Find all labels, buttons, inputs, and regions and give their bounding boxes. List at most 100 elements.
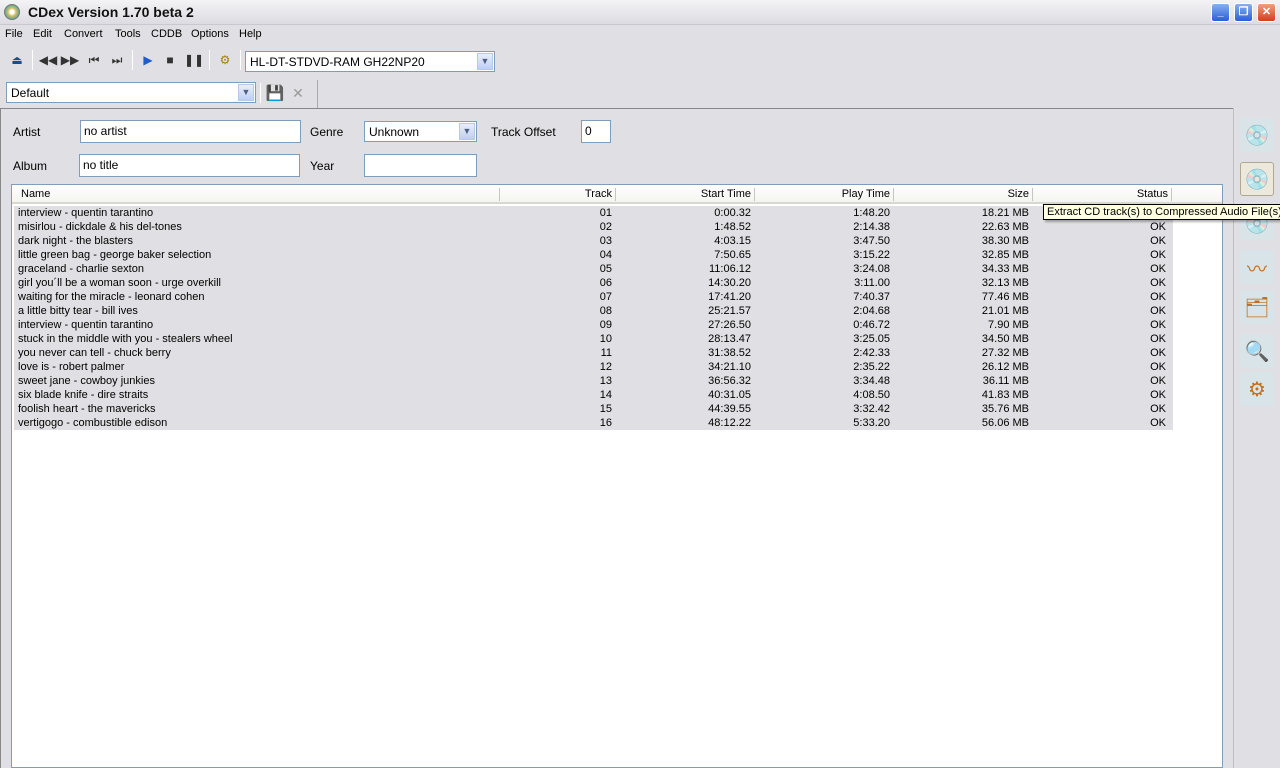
cell-status: OK <box>1150 249 1166 261</box>
year-input[interactable] <box>364 154 477 177</box>
eject-icon[interactable]: ⏏ <box>7 50 27 70</box>
artist-input[interactable]: no artist <box>80 120 301 143</box>
player-toolbar: ⏏ ◀◀ ▶▶ ⏮ ⏭ ▶ ■ ❚❚ ⚙ HL-DT-STDVD-RAM GH2… <box>0 50 502 78</box>
table-row[interactable]: interview - quentin tarantino 09 27:26.50 0… <box>14 318 1173 332</box>
table-row[interactable]: graceland - charlie sexton 05 11:06.12 3:24… <box>14 262 1173 276</box>
cell-status: OK <box>1150 305 1166 317</box>
rewind-icon[interactable]: ◀◀ <box>38 50 58 70</box>
cell-track: 10 <box>599 333 612 345</box>
table-row[interactable]: six blade knife - dire straits 14 40:31.05… <box>14 388 1173 402</box>
table-row[interactable]: vertigogo - combustible edison 16 48:12.22… <box>14 416 1173 430</box>
cell-status: OK <box>1150 277 1166 289</box>
cell-start-time: 7:50.65 <box>714 249 751 261</box>
cell-play-time: 3:24.08 <box>853 263 890 275</box>
minimize-button[interactable]: _ <box>1211 3 1230 22</box>
cell-play-time: 1:48.20 <box>853 207 890 219</box>
album-input[interactable]: no title <box>79 154 300 177</box>
menu-cddb[interactable]: CDDB <box>151 28 182 40</box>
table-row[interactable]: foolish heart - the mavericks 15 44:39.55 3… <box>14 402 1173 416</box>
cell-size: 41.83 MB <box>981 389 1029 401</box>
cell-status: OK <box>1150 333 1166 345</box>
menu-tools[interactable]: Tools <box>115 28 141 40</box>
cell-track: 11 <box>600 347 612 359</box>
profile-select[interactable]: Default ▼ <box>6 82 256 103</box>
title-bar: CDex Version 1.70 beta 2 _ ❐ ✕ <box>0 0 1280 25</box>
column-play-time[interactable]: Play Time <box>792 188 890 200</box>
cell-track: 01 <box>599 207 612 219</box>
cell-size: 32.13 MB <box>981 277 1029 289</box>
save-profile-icon[interactable]: 💾 <box>265 83 285 103</box>
cell-track: 06 <box>599 277 612 289</box>
read-cd-info-icon[interactable]: 🔍 <box>1240 334 1274 368</box>
cell-size: 34.33 MB <box>981 263 1029 275</box>
table-row[interactable]: sweet jane - cowboy junkies 13 36:56.32 3:3… <box>14 374 1173 388</box>
cell-track: 12 <box>599 361 612 373</box>
profile-select-value: Default <box>11 86 50 100</box>
cell-start-time: 11:06.12 <box>708 263 751 275</box>
cell-track: 05 <box>599 263 612 275</box>
column-track[interactable]: Track <box>552 188 612 200</box>
table-row[interactable]: you never can tell - chuck berry 11 31:38.… <box>14 346 1173 360</box>
table-row[interactable]: little green bag - george baker selectio… <box>14 248 1173 262</box>
fast-forward-icon[interactable]: ▶▶ <box>60 50 80 70</box>
cell-size: 56.06 MB <box>981 417 1029 429</box>
menu-help[interactable]: Help <box>239 28 262 40</box>
play-icon[interactable]: ▶ <box>138 50 158 70</box>
cell-track: 03 <box>599 235 612 247</box>
chevron-down-icon[interactable]: ▼ <box>459 123 475 140</box>
table-row[interactable]: a little bitty tear - bill ives 08 25:21.5… <box>14 304 1173 318</box>
cell-size: 77.46 MB <box>981 291 1029 303</box>
cell-track: 09 <box>599 319 612 331</box>
cell-play-time: 3:47.50 <box>853 235 890 247</box>
wav-to-compressed-icon[interactable]: 〰 <box>1240 250 1274 284</box>
cell-start-time: 40:31.05 <box>708 389 751 401</box>
table-row[interactable]: love is - robert palmer 12 34:21.10 2:35.22… <box>14 360 1173 374</box>
delete-profile-icon[interactable]: ✕ <box>288 83 308 103</box>
menu-convert[interactable]: Convert <box>64 28 103 40</box>
cell-start-time: 34:21.10 <box>708 361 751 373</box>
menu-edit[interactable]: Edit <box>33 28 52 40</box>
extract-to-wav-icon[interactable]: 💿 <box>1240 118 1274 152</box>
genre-select[interactable]: Unknown ▼ <box>364 121 477 142</box>
pause-icon[interactable]: ❚❚ <box>184 50 204 70</box>
table-row[interactable]: waiting for the miracle - leonard cohen 0… <box>14 290 1173 304</box>
cell-start-time: 28:13.47 <box>708 333 751 345</box>
track-offset-input[interactable]: 0 <box>581 120 611 143</box>
track-list[interactable]: Name Track Start Time Play Time Size Sta… <box>11 184 1223 768</box>
previous-track-icon[interactable]: ⏮ <box>84 50 104 70</box>
cell-name: misirlou - dickdale & his del-tones <box>18 221 182 233</box>
chevron-down-icon[interactable]: ▼ <box>477 53 493 70</box>
menu-options[interactable]: Options <box>191 28 229 40</box>
cell-size: 34.50 MB <box>981 333 1029 345</box>
cell-size: 32.85 MB <box>981 249 1029 261</box>
table-row[interactable]: misirlou - dickdale & his del-tones 02 1:4… <box>14 220 1173 234</box>
column-start-time[interactable]: Start Time <box>652 188 751 200</box>
stop-icon[interactable]: ■ <box>160 50 180 70</box>
cell-track: 15 <box>599 403 612 415</box>
column-name[interactable]: Name <box>21 188 50 200</box>
menu-file[interactable]: File <box>5 28 23 40</box>
column-status[interactable]: Status <box>1072 188 1168 200</box>
table-row[interactable]: stuck in the middle with you - stealers … <box>14 332 1173 346</box>
cell-start-time: 27:26.50 <box>708 319 751 331</box>
extract-to-compressed-icon[interactable]: 💿 <box>1240 162 1274 196</box>
table-row[interactable]: girl you´ll be a woman soon - urge overk… <box>14 276 1173 290</box>
cd-info-icon[interactable]: ⚙ <box>215 50 235 70</box>
cell-status: OK <box>1150 263 1166 275</box>
table-row[interactable]: dark night - the blasters 03 4:03.15 3:47.5… <box>14 234 1173 248</box>
close-button[interactable]: ✕ <box>1257 3 1276 22</box>
next-track-icon[interactable]: ⏭ <box>107 50 127 70</box>
settings-gear-icon[interactable]: ⚙ <box>1240 372 1274 406</box>
cell-size: 22.63 MB <box>981 221 1029 233</box>
album-label: Album <box>13 159 48 173</box>
chevron-down-icon[interactable]: ▼ <box>238 84 254 101</box>
cell-name: graceland - charlie sexton <box>18 263 144 275</box>
table-row[interactable]: interview - quentin tarantino 01 0:00.32 1:… <box>14 206 1173 220</box>
cell-track: 04 <box>599 249 612 261</box>
column-size[interactable]: Size <box>932 188 1029 200</box>
cell-play-time: 3:11.00 <box>854 277 890 289</box>
compressed-to-wav-icon[interactable]: 🗂 <box>1240 290 1274 324</box>
cell-size: 27.32 MB <box>981 347 1029 359</box>
drive-select[interactable]: HL-DT-STDVD-RAM GH22NP20 ▼ <box>245 51 495 72</box>
restore-button[interactable]: ❐ <box>1234 3 1253 22</box>
